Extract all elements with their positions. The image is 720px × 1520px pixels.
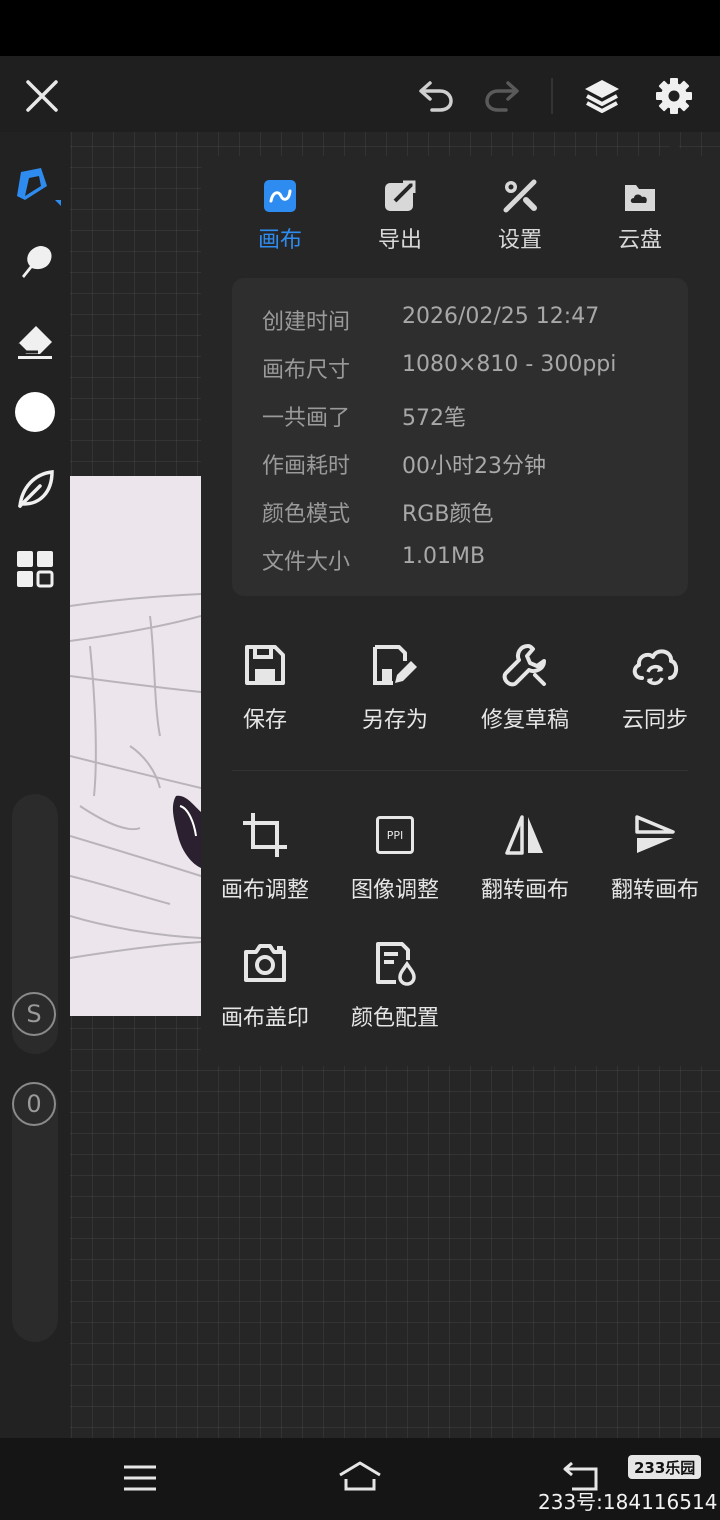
- color-config-button[interactable]: 颜色配置: [330, 938, 460, 1038]
- tab-label-canvas: 画布: [257, 228, 302, 253]
- eraser-icon[interactable]: [12, 316, 58, 362]
- tab-cloud-drive[interactable]: 云盘: [580, 176, 700, 256]
- info-row-created: 创建时间 2026/02/25 12:47: [262, 304, 682, 344]
- cloud-drive-icon: [622, 176, 658, 216]
- tab-settings[interactable]: 设置: [460, 176, 580, 256]
- info-row-size: 画布尺寸 1080×810 - 300ppi: [262, 352, 682, 392]
- stabilizer-knob[interactable]: S: [12, 992, 56, 1036]
- tab-label-export: 导出: [377, 228, 422, 253]
- save-as-icon: [371, 640, 419, 690]
- repair-draft-label: 修复草稿: [480, 708, 569, 733]
- info-value: 2026/02/25 12:47: [402, 304, 600, 329]
- leaf-brush-icon[interactable]: [12, 466, 58, 512]
- info-row-color-mode: 颜色模式 RGB颜色: [262, 496, 682, 536]
- flip-vertical-button[interactable]: 翻转画布: [590, 810, 720, 910]
- gear-icon[interactable]: [650, 72, 698, 120]
- smudge-tool-icon[interactable]: [12, 238, 58, 284]
- cloud-sync-button[interactable]: 云同步: [590, 640, 720, 740]
- save-label: 保存: [242, 708, 287, 733]
- canvas-adjust-label: 画布调整: [220, 878, 309, 903]
- tab-export[interactable]: 导出: [340, 176, 460, 256]
- section-divider: [232, 770, 688, 771]
- flip-vertical-label: 翻转画布: [610, 878, 699, 903]
- watermark-text: 233号:184116514: [538, 1490, 718, 1514]
- settings-tools-icon: [502, 176, 538, 216]
- color-profile-icon: [372, 938, 418, 988]
- cloud-sync-icon: [630, 640, 680, 690]
- toolbar-divider: [551, 78, 553, 114]
- wrench-icon: [502, 640, 548, 690]
- layers-icon[interactable]: [578, 72, 626, 120]
- canvas-stamp-button[interactable]: 画布盖印: [200, 938, 330, 1038]
- redo-icon[interactable]: [480, 74, 524, 118]
- panel-pointer: [660, 142, 688, 156]
- info-value: 00小时23分钟: [402, 454, 546, 479]
- info-value: 1.01MB: [402, 544, 486, 569]
- info-label: 文件大小: [262, 550, 351, 575]
- repair-draft-button[interactable]: 修复草稿: [460, 640, 590, 740]
- info-row-file-size: 文件大小 1.01MB: [262, 544, 682, 584]
- canvas-icon: [263, 176, 297, 216]
- sketch-artwork: [70, 593, 201, 959]
- color-config-label: 颜色配置: [350, 1006, 439, 1031]
- export-icon: [383, 176, 417, 216]
- info-label: 画布尺寸: [262, 358, 351, 383]
- canvas-adjust-button[interactable]: 画布调整: [200, 810, 330, 910]
- camera-icon: [242, 938, 288, 988]
- ppi-icon: PPI: [376, 810, 414, 860]
- close-icon[interactable]: [20, 74, 64, 118]
- status-bar: [0, 0, 720, 56]
- grid-apps-icon[interactable]: [12, 546, 58, 592]
- crop-icon: [241, 810, 289, 860]
- canvas-document[interactable]: [70, 476, 201, 1016]
- info-row-duration: 作画耗时 00小时23分钟: [262, 448, 682, 488]
- info-label: 创建时间: [262, 310, 351, 335]
- info-label: 一共画了: [262, 406, 351, 431]
- home-icon[interactable]: [334, 1454, 386, 1498]
- flip-horizontal-label: 翻转画布: [480, 878, 569, 903]
- opacity-knob[interactable]: 0: [12, 1082, 56, 1126]
- save-button[interactable]: 保存: [200, 640, 330, 740]
- canvas-stamp-label: 画布盖印: [220, 1006, 309, 1031]
- save-icon: [243, 640, 287, 690]
- image-adjust-button[interactable]: PPI 图像调整: [330, 810, 460, 910]
- menu-icon[interactable]: [116, 1456, 164, 1500]
- app-screen: S 0 画布 导出 设置 云盘 创建时间 2026/02/25 12:47 画布…: [0, 0, 720, 1520]
- flip-horizontal-button[interactable]: 翻转画布: [460, 810, 590, 910]
- cloud-sync-label: 云同步: [621, 708, 688, 733]
- image-adjust-label: 图像调整: [350, 878, 439, 903]
- info-row-strokes: 一共画了 572笔: [262, 400, 682, 440]
- brand-badge: 233乐园: [628, 1455, 702, 1479]
- info-label: 颜色模式: [262, 502, 351, 527]
- pen-tool-icon[interactable]: [10, 160, 62, 210]
- tab-canvas[interactable]: 画布: [220, 176, 340, 256]
- current-color: [15, 392, 55, 432]
- save-as-label: 另存为: [361, 708, 428, 733]
- info-value: 572笔: [402, 406, 466, 431]
- tab-label-settings: 设置: [497, 228, 542, 253]
- undo-icon[interactable]: [414, 74, 458, 118]
- ppi-badge: PPI: [376, 816, 414, 854]
- info-label: 作画耗时: [262, 454, 351, 479]
- tab-label-cloud-drive: 云盘: [617, 228, 662, 253]
- info-value: RGB颜色: [402, 502, 494, 527]
- flip-vertical-icon: [633, 810, 677, 860]
- flip-horizontal-icon: [503, 810, 547, 860]
- save-as-button[interactable]: 另存为: [330, 640, 460, 740]
- color-swatch[interactable]: [12, 389, 58, 435]
- info-value: 1080×810 - 300ppi: [402, 352, 617, 377]
